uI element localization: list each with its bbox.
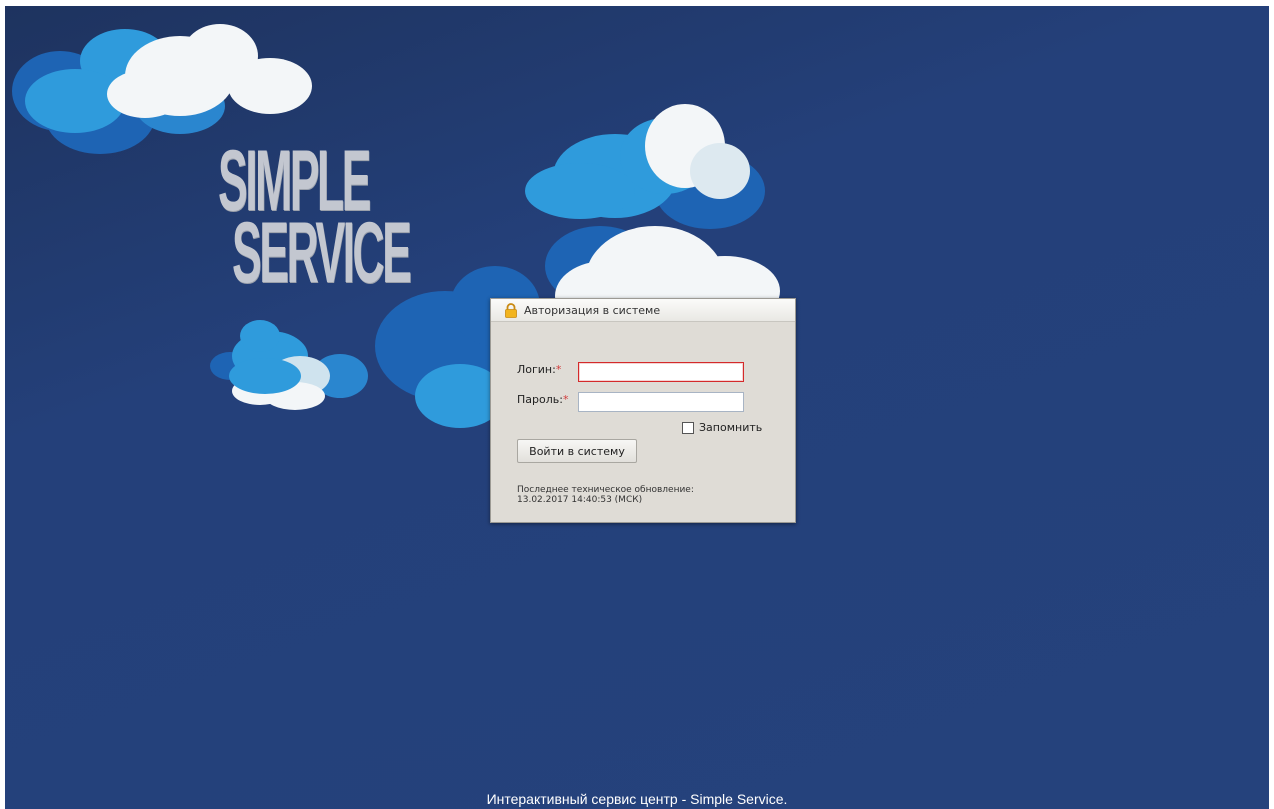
login-label-text: Логин: bbox=[517, 363, 556, 376]
last-update-value: 13.02.2017 14:40:53 (МСК) bbox=[517, 495, 643, 505]
login-input[interactable] bbox=[578, 362, 744, 382]
login-required-mark: * bbox=[555, 363, 562, 376]
remember-me[interactable]: Запомнить bbox=[682, 421, 762, 434]
simple-service-logo: SIMPLE SERVICE bbox=[210, 138, 412, 296]
remember-label: Запомнить bbox=[699, 421, 763, 434]
dialog-title: Авторизация в системе bbox=[524, 303, 661, 317]
dialog-header: Авторизация в системе bbox=[491, 299, 795, 322]
login-button[interactable]: Войти в систему bbox=[517, 439, 637, 463]
password-label: Пароль:* bbox=[517, 393, 568, 406]
last-update-label: Последнее техническое обновление: bbox=[517, 485, 694, 495]
footer-text: Интерактивный сервис центр - Simple Serv… bbox=[486, 791, 788, 807]
password-label-text: Пароль: bbox=[517, 393, 563, 406]
cloud-upper-middle bbox=[525, 104, 765, 229]
password-required-mark: * bbox=[562, 393, 569, 406]
login-label: Логин:* bbox=[517, 363, 561, 376]
last-update-note: Последнее техническое обновление: 13.02.… bbox=[517, 485, 694, 505]
logo-line-2: SERVICE bbox=[232, 205, 412, 301]
lock-icon bbox=[505, 302, 517, 318]
password-input[interactable] bbox=[578, 392, 744, 412]
login-dialog: Авторизация в системе Логин:* Пароль:* З… bbox=[490, 298, 796, 523]
remember-checkbox[interactable] bbox=[682, 421, 694, 434]
cloud-small-left bbox=[210, 320, 368, 410]
page-background: SIMPLE SERVICE Авторизация в системе Лог… bbox=[5, 6, 1269, 809]
